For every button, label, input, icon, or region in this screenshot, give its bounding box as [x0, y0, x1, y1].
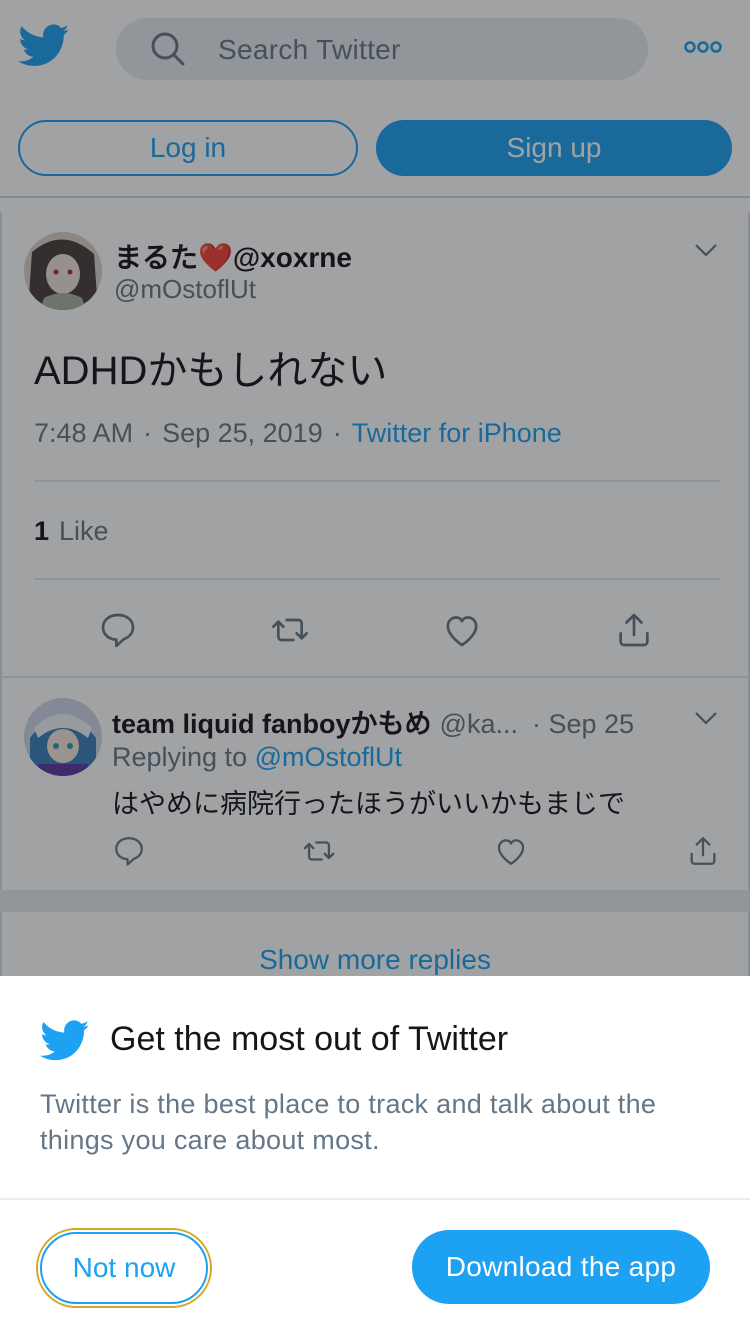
divider [0, 1198, 750, 1200]
sheet-title: Get the most out of Twitter [110, 1020, 509, 1058]
app-promo-sheet: Get the most out of Twitter Twitter is t… [0, 976, 750, 1334]
not-now-button[interactable]: Not now [36, 1228, 212, 1308]
dim-overlay[interactable] [0, 0, 750, 976]
sheet-description: Twitter is the best place to track and t… [40, 1089, 657, 1155]
twitter-bird-icon [40, 1020, 90, 1061]
download-app-button[interactable]: Download the app [412, 1230, 710, 1304]
